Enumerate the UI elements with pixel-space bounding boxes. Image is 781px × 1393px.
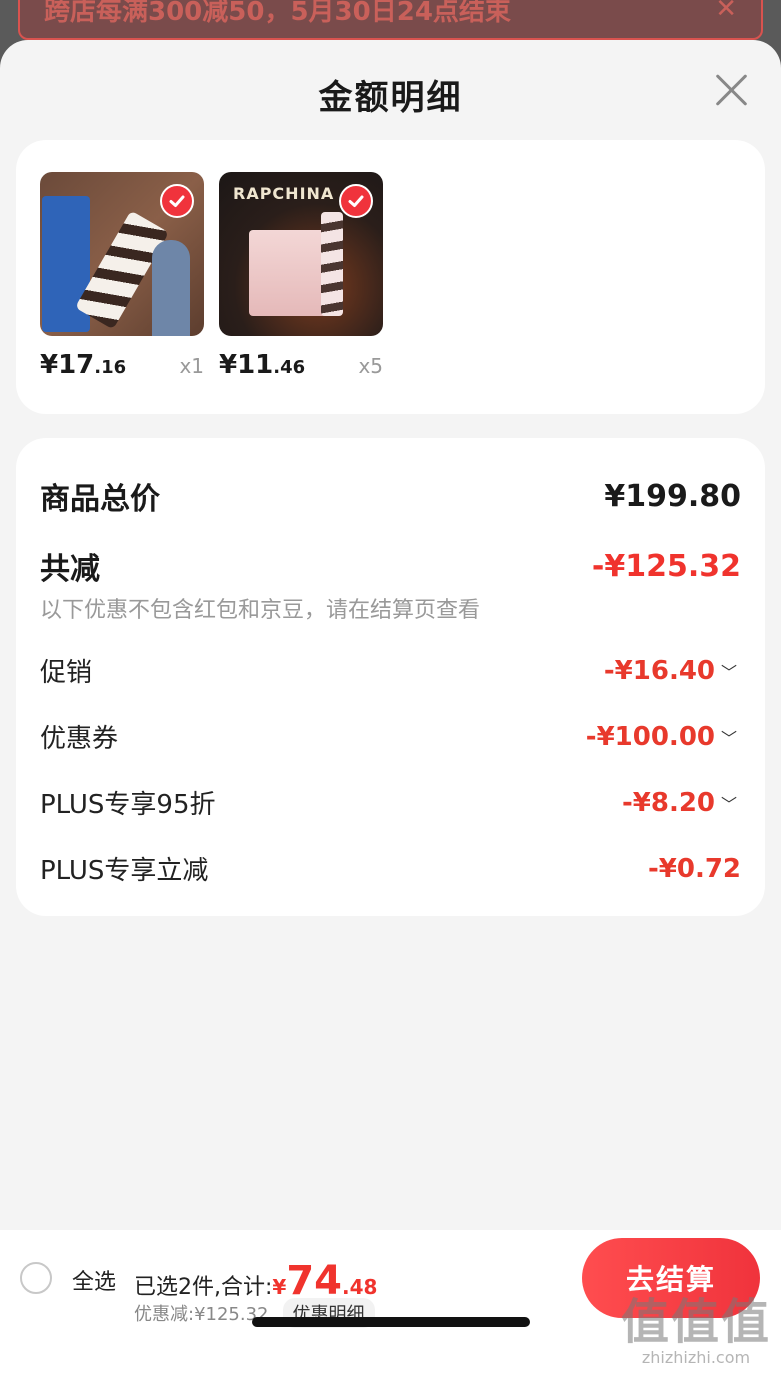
watermark-logo: 值值值 [620,1294,771,1350]
product-qty: x1 [179,354,204,378]
product-image[interactable] [40,172,204,336]
discount-label: PLUS专享95折 [40,790,216,820]
discount-value: -¥0.72 [648,854,741,884]
discount-value: -¥100.00 ﹀ [586,722,741,752]
discount-amount: -¥8.20 [621,787,715,818]
discount-label: 促销 [40,658,93,688]
total-reduce-label: 共减 [40,552,100,587]
total-amount: ¥74.48 [272,1258,378,1304]
checkmark-icon [348,195,364,207]
person-shape [152,240,190,336]
product-price-row: ¥11.46 x5 [219,350,383,380]
sheet-header: 金额明细 [0,40,781,140]
banner-close-icon[interactable]: ✕ [715,0,737,24]
discount-row-plus95[interactable]: PLUS专享95折 -¥8.20 ﹀ [40,784,741,821]
discount-row-promotion[interactable]: 促销 -¥16.40 ﹀ [40,652,741,689]
home-indicator [252,1317,530,1327]
checkmark-icon [169,195,185,207]
total-price-label: 商品总价 [40,482,160,517]
chevron-down-icon[interactable]: ﹀ [721,659,741,683]
product-item[interactable]: ¥17.16 x1 [40,172,204,380]
discount-row-coupon[interactable]: 优惠券 -¥100.00 ﹀ [40,718,741,755]
selected-count-text: 已选2件,合计: [134,1275,273,1300]
product-brand: RAPCHINA [233,184,335,203]
product-box-shape [249,230,329,316]
total-reduce-row: 共减 -¥125.32 [40,544,741,588]
close-icon[interactable] [713,72,749,108]
discount-label: 优惠券 [40,724,119,754]
amount-detail-sheet: 金额明细 ¥17.16 x1 RAPCHINA ¥11.46 x5 商品总价 ¥… [0,40,781,1393]
chevron-down-icon[interactable]: ﹀ [721,791,741,815]
select-all-radio[interactable] [20,1262,52,1294]
total-price-row: 商品总价 ¥199.80 [40,474,741,518]
discount-value: -¥16.40 ﹀ [604,656,741,686]
ice-cream-bar-shape [321,212,343,316]
total-amount-yen: ¥ [272,1275,287,1299]
discount-summary-text: 优惠减:¥125.32 [134,1304,269,1325]
checked-icon[interactable] [160,184,194,218]
promo-banner[interactable]: 跨店每满300减50，5月30日24点结束 ✕ [18,0,763,40]
total-price-value: ¥199.80 [604,478,741,514]
product-price-dec: .46 [273,357,306,378]
product-price-int: ¥11 [219,350,274,380]
product-price-dec: .16 [94,357,127,378]
watermark-url: zhizhizhi.com [641,1348,751,1367]
total-amount-dec: .48 [342,1275,378,1299]
discount-amount: -¥16.40 [603,655,715,686]
amount-detail-card: 商品总价 ¥199.80 共减 -¥125.32 以下优惠不包含红包和京豆，请在… [16,438,765,916]
product-price-int: ¥17 [40,350,95,380]
sheet-title: 金额明细 [318,78,463,118]
checked-icon[interactable] [339,184,373,218]
watermark: 值值值 zhizhizhi.com [621,1298,771,1367]
discount-label: PLUS专享立减 [40,856,209,886]
chevron-down-icon[interactable]: ﹀ [721,725,741,749]
product-price: ¥11.46 [219,350,305,380]
discount-amount: -¥100.00 [585,721,715,752]
discount-row-plus-cut: PLUS专享立减 -¥0.72 [40,850,741,887]
discount-value: -¥8.20 ﹀ [622,788,741,818]
discount-amount: -¥0.72 [647,853,741,884]
reduce-note: 以下优惠不包含红包和京豆，请在结算页查看 [40,598,481,623]
product-qty: x5 [358,354,383,378]
promo-banner-text: 跨店每满300减50，5月30日24点结束 [44,0,511,27]
product-item[interactable]: RAPCHINA ¥11.46 x5 [219,172,383,380]
total-reduce-value: -¥125.32 [591,548,741,584]
select-all-label[interactable]: 全选 [72,1264,116,1296]
product-image[interactable]: RAPCHINA [219,172,383,336]
product-price-row: ¥17.16 x1 [40,350,204,380]
product-price: ¥17.16 [40,350,126,380]
product-card: ¥17.16 x1 RAPCHINA ¥11.46 x5 [16,140,765,414]
